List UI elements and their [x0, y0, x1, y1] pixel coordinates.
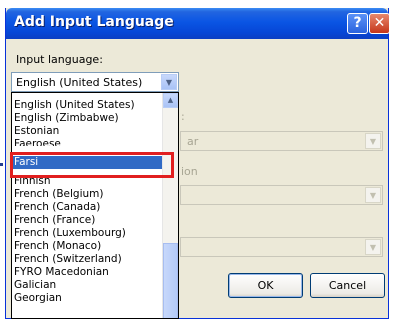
list-item[interactable]: FYRO Macedonian	[14, 266, 162, 279]
chevron-down-icon: ▼	[365, 133, 381, 149]
chevron-down-icon[interactable]: ▼	[161, 74, 177, 90]
chevron-down-icon: ▼	[365, 187, 381, 203]
input-language-combobox[interactable]: English (United States) ▼	[11, 72, 179, 92]
keyboard-layout-value-fragment: ar	[187, 135, 199, 148]
list-item[interactable]: French (Monaco)	[14, 240, 162, 253]
list-item[interactable]: French (Switzerland)	[14, 253, 162, 266]
scroll-up-arrow-icon[interactable]: ▲	[163, 93, 178, 108]
list-item[interactable]: Galician	[14, 279, 162, 292]
scrollbar-thumb[interactable]	[163, 243, 178, 318]
list-item[interactable]: English (Zimbabwe)	[14, 112, 162, 125]
list-item[interactable]: Estonian	[14, 125, 162, 138]
annotation-highlight-box	[10, 152, 174, 178]
list-item[interactable]: Georgian	[14, 292, 162, 305]
input-language-dropdown-list[interactable]: English (United States) English (Zimbabw…	[11, 92, 179, 319]
dialog-title: Add Input Language	[14, 14, 174, 30]
list-item[interactable]: French (Luxembourg)	[14, 227, 162, 240]
list-item[interactable]: French (Canada)	[14, 201, 162, 214]
title-bar: Add Input Language ? ✕	[6, 8, 390, 39]
keyboard-layout-field: ar ▼	[180, 131, 383, 151]
list-item[interactable]: French (France)	[14, 214, 162, 227]
list-item[interactable]: English (United States)	[14, 99, 162, 112]
second-dropdown-field: ▼	[180, 185, 383, 205]
chevron-down-icon: ▼	[365, 239, 381, 255]
third-dropdown-field: ▼	[180, 237, 383, 257]
second-label-fragment: ion	[181, 165, 198, 178]
help-icon[interactable]: ?	[347, 13, 368, 34]
cancel-button[interactable]: Cancel	[310, 273, 385, 298]
list-scrollbar[interactable]: ▲	[162, 93, 178, 318]
keyboard-layout-label-fragment: :	[181, 110, 185, 123]
ok-button[interactable]: OK	[228, 273, 303, 298]
input-language-label: Input language:	[16, 53, 103, 66]
list-item[interactable]: Faeroese	[14, 138, 162, 146]
list-item[interactable]: French (Belgium)	[14, 188, 162, 201]
close-icon[interactable]: ✕	[369, 13, 390, 34]
input-language-value: English (United States)	[16, 76, 143, 89]
